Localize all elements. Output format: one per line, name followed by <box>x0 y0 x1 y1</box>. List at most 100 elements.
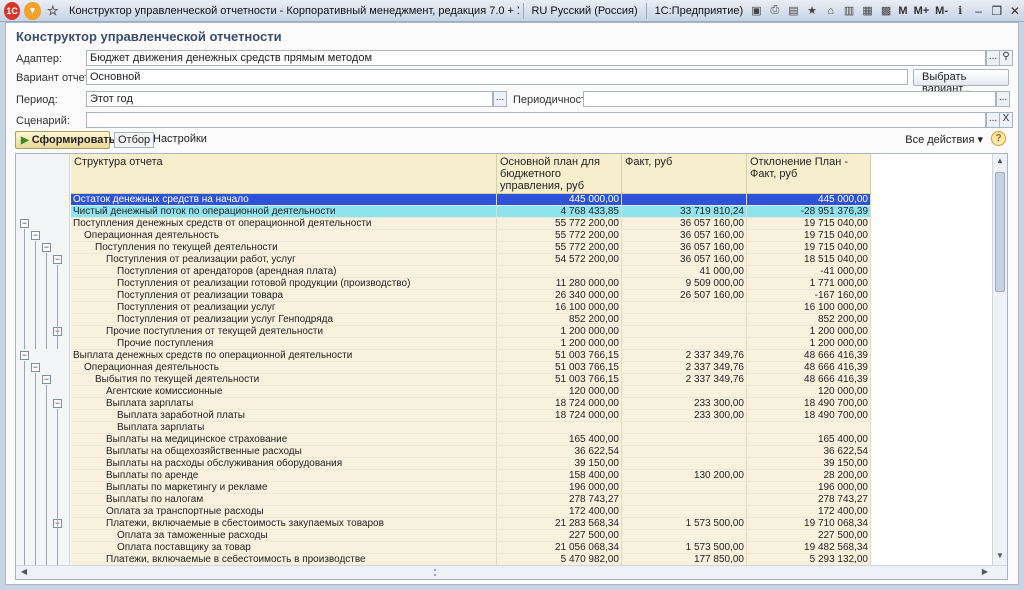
table-row[interactable]: Выплаты по налогам 278 743,27 278 743,27 <box>71 494 871 506</box>
generate-report-button[interactable]: ▶ Сформировать <box>15 131 116 149</box>
minimize-icon[interactable]: – <box>970 3 988 19</box>
table-row[interactable]: Выплаты по маркетингу и рекламе 196 000,0… <box>71 482 871 494</box>
row-fact-cell <box>622 338 747 349</box>
scenario-clear-button[interactable]: X <box>999 112 1013 128</box>
collapse-icon[interactable]: − <box>20 351 29 360</box>
memory-plus-button[interactable]: M+ <box>914 5 930 17</box>
table-row[interactable]: Прочие поступления 1 200 000,00 1 200 000,… <box>71 338 871 350</box>
table-row[interactable]: Поступления от реализации готовой продук… <box>71 278 871 290</box>
scenario-select-button[interactable]: ... <box>986 112 1000 128</box>
row-fact-cell <box>622 530 747 541</box>
collapse-icon[interactable]: − <box>31 231 40 240</box>
calendar-icon[interactable]: ▩ <box>879 3 894 19</box>
table-row[interactable]: Выплаты на расходы обслуживания оборудов… <box>71 458 871 470</box>
table-row[interactable]: Выплата денежных средств по операционной… <box>71 350 871 362</box>
variant-field[interactable]: Основной <box>86 69 908 85</box>
language-indicator[interactable]: RU Русский (Россия) <box>527 5 641 17</box>
row-plan-cell: 278 743,27 <box>497 494 622 505</box>
print-icon[interactable]: ⎙ <box>768 3 783 19</box>
app-logo-icon[interactable]: 1С <box>4 1 21 20</box>
document-icon[interactable]: ▥ <box>842 3 857 19</box>
table-row[interactable]: Операционная деятельность 55 772 200,00 36… <box>71 230 871 242</box>
save-icon[interactable]: ▣ <box>749 3 764 19</box>
adapter-select-button[interactable]: ... <box>986 50 1000 66</box>
tree-guide-line <box>46 253 47 349</box>
horizontal-scroll-grip[interactable] <box>434 569 442 576</box>
table-row[interactable]: Выбытия по текущей деятельности 51 003 76… <box>71 374 871 386</box>
table-row[interactable]: Выплата заработной платы 18 724 000,00 233… <box>71 410 871 422</box>
scroll-right-icon[interactable]: ▶ <box>979 567 991 579</box>
table-row[interactable]: Оплата за таможенные расходы 227 500,00 22… <box>71 530 871 542</box>
table-row[interactable]: Выплата зарплаты 18 724 000,00 233 300,00 1… <box>71 398 871 410</box>
scroll-down-icon[interactable]: ▼ <box>995 551 1005 563</box>
row-deviation-cell: 39 150,00 <box>747 458 871 469</box>
collapse-icon[interactable]: − <box>20 219 29 228</box>
home-icon[interactable]: ⌂ <box>823 3 838 19</box>
adapter-field[interactable]: Бюджет движения денежных средств прямым … <box>86 50 986 66</box>
info-icon[interactable]: ℹ <box>953 3 968 19</box>
row-deviation-cell: 445 000,00 <box>747 194 871 205</box>
table-row[interactable]: Поступления по текущей деятельности 55 77… <box>71 242 871 254</box>
row-deviation-cell: 16 100 000,00 <box>747 302 871 313</box>
memory-button[interactable]: M <box>898 5 907 17</box>
period-field[interactable]: Этот год <box>86 91 493 107</box>
row-deviation-cell: 48 666 416,39 <box>747 350 871 361</box>
restore-icon[interactable]: ❐ <box>988 3 1006 19</box>
menu-arrow-icon[interactable]: ▾ <box>24 1 41 20</box>
row-deviation-cell: 196 000,00 <box>747 482 871 493</box>
filter-button[interactable]: Отбор <box>114 132 155 148</box>
table-row[interactable]: Выплата зарплаты <box>71 422 871 434</box>
table-row[interactable]: Операционная деятельность 51 003 766,15 2 … <box>71 362 871 374</box>
row-plan-cell: 55 772 200,00 <box>497 218 622 229</box>
row-fact-cell: 36 057 160,00 <box>622 230 747 241</box>
collapse-icon[interactable]: − <box>42 375 51 384</box>
table-row[interactable]: Остаток денежных средств на начало 445 00… <box>71 194 871 206</box>
horizontal-scrollbar[interactable]: ◀ ▶ <box>16 565 1007 579</box>
settings-button[interactable]: Настройки <box>150 132 210 148</box>
table-row[interactable]: Поступления от реализации работ, услуг 54… <box>71 254 871 266</box>
scroll-left-icon[interactable]: ◀ <box>18 567 30 579</box>
vertical-scrollbar[interactable]: ▲ ▼ <box>992 154 1007 565</box>
memory-minus-button[interactable]: M- <box>935 5 948 17</box>
scenario-field[interactable] <box>86 112 986 128</box>
table-row[interactable]: Выплаты на медицинское страхование 165 40… <box>71 434 871 446</box>
period-select-button[interactable]: ... <box>493 91 507 107</box>
collapse-icon[interactable]: − <box>53 255 62 264</box>
row-name-cell: Чистый денежный поток по операционной де… <box>71 206 497 217</box>
table-row[interactable]: Платежи, включаемые в сбестоимость закуп… <box>71 518 871 530</box>
table-row[interactable]: Выплаты на общехозяйственные расходы 36 6… <box>71 446 871 458</box>
help-icon[interactable]: ? <box>991 131 1006 146</box>
row-name-cell: Оплата за таможенные расходы <box>71 530 497 541</box>
play-icon: ▶ <box>21 134 29 146</box>
row-name-cell: Остаток денежных средств на начало <box>71 194 497 205</box>
scroll-up-icon[interactable]: ▲ <box>995 156 1005 168</box>
all-actions-menu[interactable]: Все действия ▾ <box>905 133 983 146</box>
collapse-icon[interactable]: − <box>42 243 51 252</box>
periodicity-select-button[interactable]: ... <box>996 91 1010 107</box>
close-icon[interactable]: ✕ <box>1006 3 1024 19</box>
vertical-scroll-thumb[interactable] <box>995 172 1005 292</box>
table-row[interactable]: Чистый денежный поток по операционной де… <box>71 206 871 218</box>
table-row[interactable]: Прочие поступления от текущей деятельнос… <box>71 326 871 338</box>
table-row[interactable]: Поступления от реализации товара 26 340 0… <box>71 290 871 302</box>
table-row[interactable]: Поступления от реализации услуг 16 100 00… <box>71 302 871 314</box>
periodicity-field[interactable] <box>583 91 996 107</box>
favorites-star-icon[interactable]: ☆ <box>45 2 61 20</box>
preview-icon[interactable]: ▤ <box>786 3 801 19</box>
favorite-add-icon[interactable]: ★ <box>805 3 820 19</box>
table-row[interactable]: Поступления от реализации услуг Генподря… <box>71 314 871 326</box>
collapse-icon[interactable]: − <box>53 399 62 408</box>
row-fact-cell <box>622 434 747 445</box>
table-row[interactable]: Поступления денежных средств от операцио… <box>71 218 871 230</box>
table-row[interactable]: Агентские комиссионные 120 000,00 120 000,… <box>71 386 871 398</box>
adapter-open-icon[interactable]: ⚲ <box>999 50 1013 66</box>
row-plan-cell: 4 768 433,85 <box>497 206 622 217</box>
report-grid[interactable]: Структура отчета Основной план для бюдже… <box>15 153 1008 580</box>
calculator-icon[interactable]: ▦ <box>860 3 875 19</box>
collapse-icon[interactable]: − <box>31 363 40 372</box>
table-row[interactable]: Оплата за транспортные расходы 172 400,00… <box>71 506 871 518</box>
table-row[interactable]: Выплаты по аренде 158 400,00 130 200,00 28 … <box>71 470 871 482</box>
choose-variant-button[interactable]: Выбрать вариант... <box>913 69 1009 95</box>
table-row[interactable]: Поступления от арендаторов (арендная пла… <box>71 266 871 278</box>
table-row[interactable]: Оплата поставщику за товар 21 056 068,34 1… <box>71 542 871 554</box>
